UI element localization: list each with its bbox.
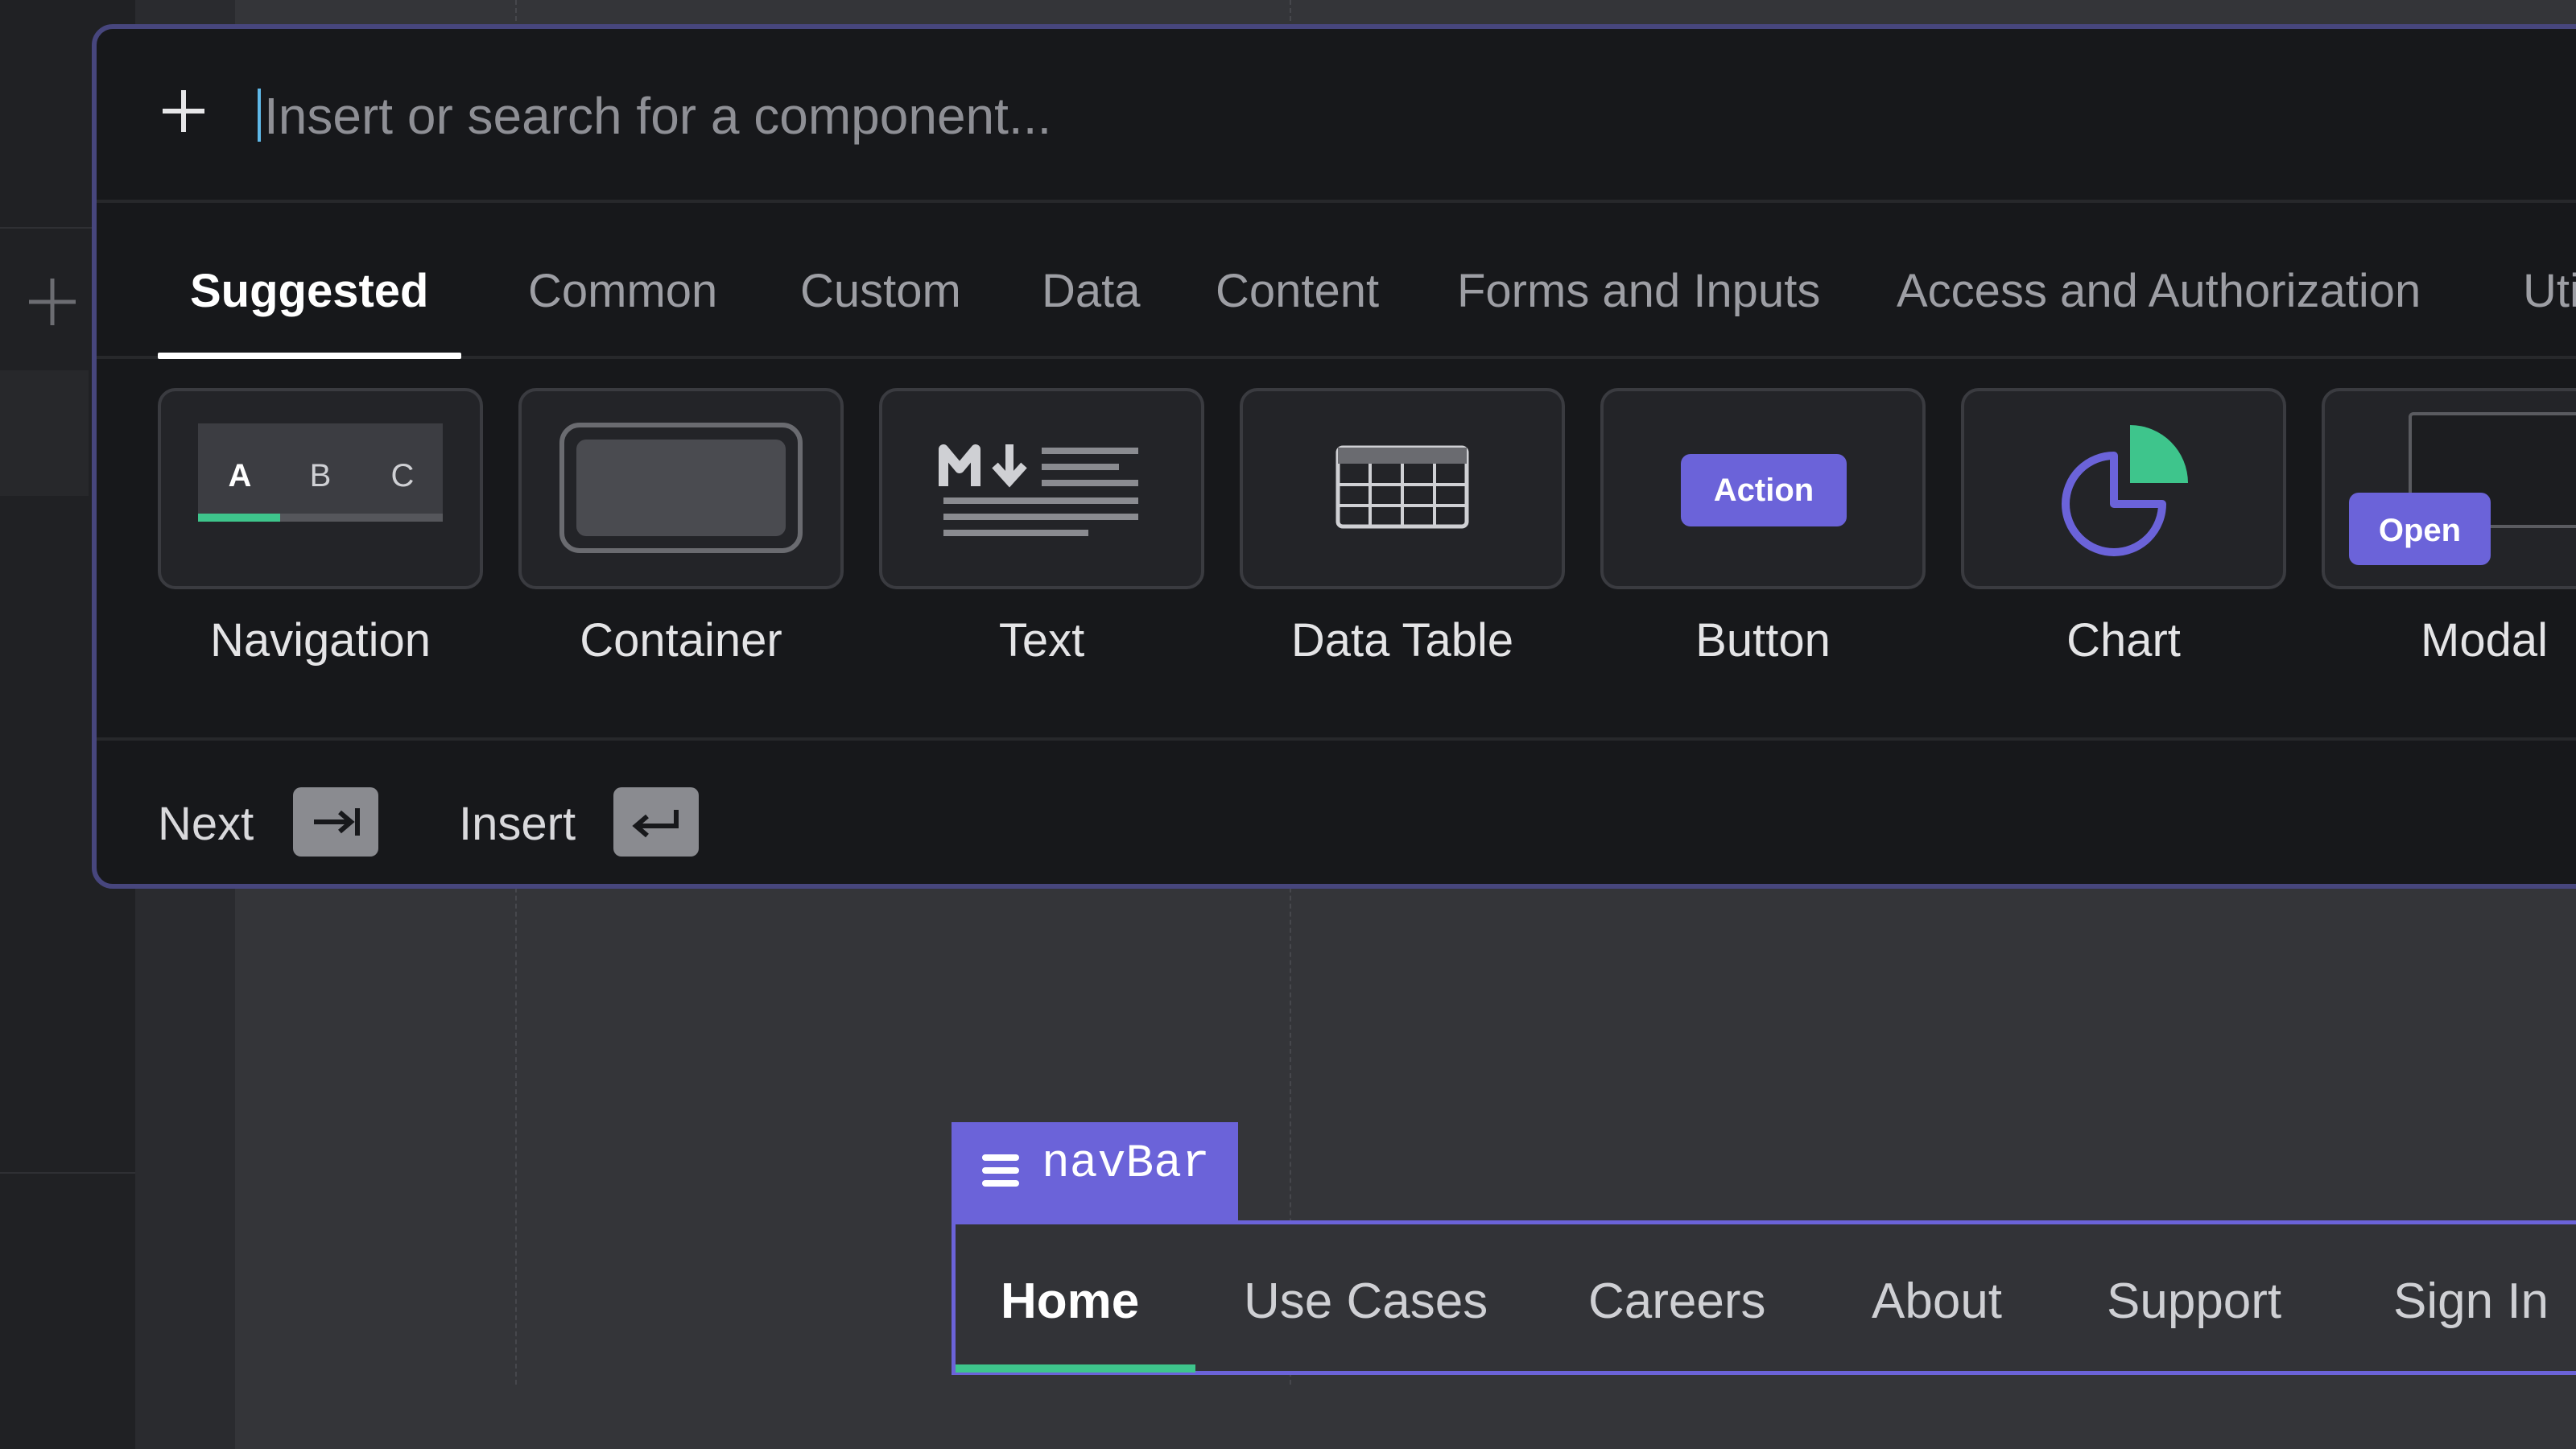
- tab-suggested[interactable]: Suggested: [158, 203, 461, 359]
- nav-preview-tab: B: [310, 458, 332, 493]
- nav-item-support[interactable]: Support: [2107, 1273, 2281, 1330]
- next-label: Next: [158, 798, 254, 850]
- navbar-selection-tag[interactable]: navBar: [952, 1122, 1238, 1222]
- component-label: Container: [580, 614, 782, 667]
- tab-access-and-authorization[interactable]: Access and Authorization: [1864, 203, 2453, 356]
- text-cursor: [258, 89, 261, 142]
- tab-common[interactable]: Common: [496, 203, 749, 356]
- nav-item-careers[interactable]: Careers: [1588, 1273, 1766, 1330]
- tab-content[interactable]: Content: [1183, 203, 1411, 356]
- enter-key-icon: [613, 787, 699, 857]
- component-card-navigation[interactable]: A B C: [158, 388, 483, 589]
- component-card-text[interactable]: [879, 388, 1204, 589]
- navbar-component[interactable]: Home Use Cases Careers About Support Sig…: [952, 1220, 2576, 1375]
- component-label: Chart: [2066, 614, 2181, 667]
- component-card-chart[interactable]: [1961, 388, 2286, 589]
- component-card-data-table[interactable]: [1240, 388, 1565, 589]
- search-row: [97, 29, 2576, 203]
- component-card-button[interactable]: Action: [1600, 388, 1926, 589]
- component-label: Button: [1695, 614, 1831, 667]
- tab-key-icon: [293, 787, 378, 857]
- menu-icon: [982, 1154, 1019, 1187]
- navigation-tabs-icon: A B C: [198, 423, 443, 522]
- category-tabs: Suggested Common Custom Data Content For…: [97, 203, 2576, 359]
- nav-preview-tab: C: [391, 458, 415, 493]
- tab-data[interactable]: Data: [1009, 203, 1173, 356]
- markdown-text-icon: [939, 444, 1138, 536]
- nav-item-sign-in[interactable]: Sign In: [2393, 1273, 2549, 1330]
- modal-icon: Open: [2349, 412, 2576, 565]
- component-label: Text: [998, 614, 1085, 667]
- tab-custom[interactable]: Custom: [768, 203, 993, 356]
- plus-icon: [163, 90, 204, 132]
- palette-footer: Next Insert: [97, 741, 2576, 884]
- component-card-container[interactable]: [518, 388, 844, 589]
- table-icon: [1335, 445, 1469, 529]
- pie-chart-icon: [2062, 425, 2188, 556]
- nav-item-home[interactable]: Home: [1001, 1273, 1139, 1330]
- button-preview-text: Action: [1714, 473, 1814, 508]
- component-grid: A B C Navigation Container Text Data Tab…: [97, 359, 2576, 741]
- insert-label: Insert: [459, 798, 576, 850]
- component-search-input[interactable]: [262, 77, 1554, 155]
- component-label: Navigation: [209, 614, 431, 667]
- active-tab-indicator: [956, 1364, 1195, 1373]
- sidebar-selected-item[interactable]: [0, 370, 89, 496]
- container-icon: [559, 423, 803, 553]
- component-label: Data Table: [1290, 614, 1514, 667]
- tab-forms-and-inputs[interactable]: Forms and Inputs: [1425, 203, 1852, 356]
- modal-preview-text: Open: [2379, 513, 2461, 548]
- component-card-modal[interactable]: Open: [2322, 388, 2576, 589]
- nav-item-about[interactable]: About: [1872, 1273, 2002, 1330]
- component-palette: Suggested Common Custom Data Content For…: [92, 24, 2576, 889]
- tab-utilities[interactable]: Utili: [2491, 203, 2576, 356]
- plus-icon[interactable]: [24, 274, 80, 330]
- navbar-tag-label: navBar: [1042, 1138, 1210, 1191]
- component-label: Modal: [2421, 614, 2548, 667]
- sidebar-divider: [0, 1172, 135, 1174]
- action-button-icon: Action: [1681, 454, 1847, 526]
- nav-preview-tab: A: [229, 458, 252, 493]
- nav-item-use-cases[interactable]: Use Cases: [1244, 1273, 1488, 1330]
